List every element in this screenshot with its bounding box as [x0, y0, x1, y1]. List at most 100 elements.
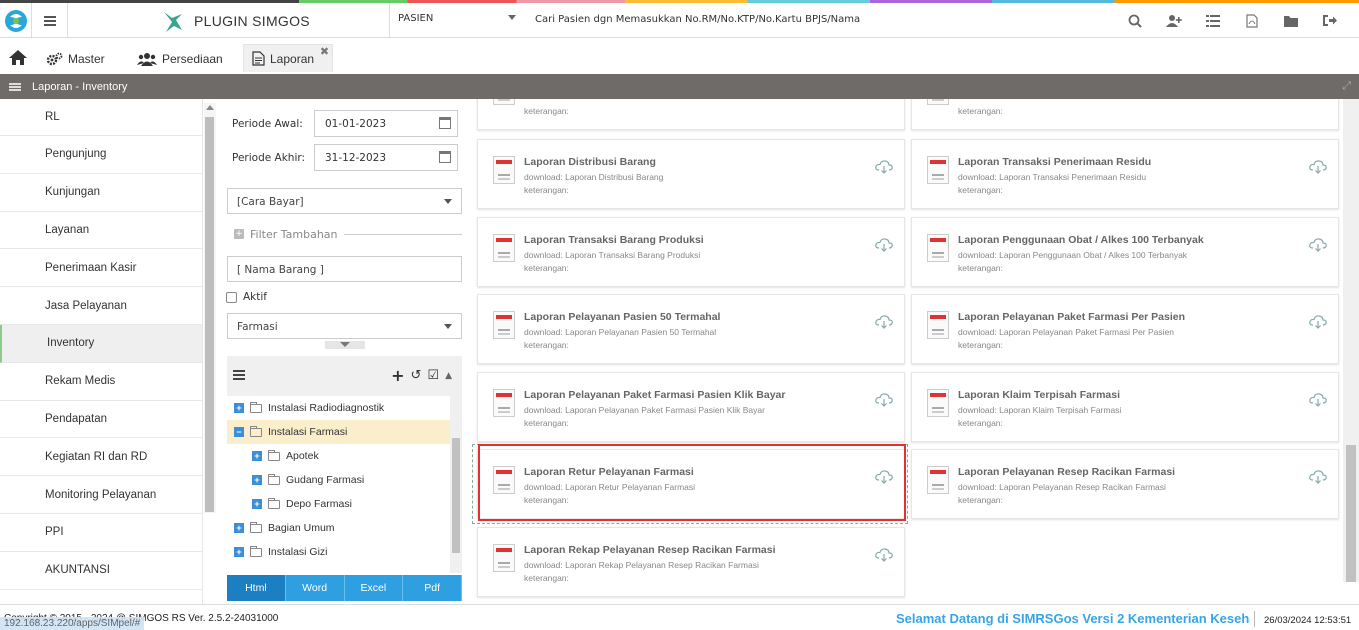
report-card[interactable]: keterangan: [477, 99, 905, 130]
report-card[interactable]: Laporan Transaksi Penerimaan Residu downl… [911, 139, 1339, 209]
pdf-button[interactable] [1232, 3, 1271, 38]
tab-laporan[interactable]: Laporan ✖ [243, 44, 334, 72]
scroll-up-icon[interactable] [206, 105, 214, 110]
folder-button[interactable] [1271, 3, 1310, 38]
scrollbar-thumb[interactable] [1346, 445, 1356, 582]
expand-icon[interactable]: + [252, 475, 262, 485]
cloud-download-icon[interactable] [875, 470, 893, 485]
sidebar-item-rl[interactable]: RL [0, 99, 202, 136]
report-card[interactable]: Laporan Rekap Pelayanan Resep Racikan Fa… [477, 527, 905, 597]
patient-type-select[interactable]: PASIEN [398, 13, 518, 24]
sidebar-item-kunjungan[interactable]: Kunjungan [0, 174, 202, 212]
format-pdf-button[interactable]: Pdf [403, 575, 462, 601]
sidebar-item-rekam-medis[interactable]: Rekam Medis [0, 363, 202, 401]
sidebar-item-monitoring-pelayanan[interactable]: Monitoring Pelayanan [0, 476, 202, 514]
sidebar-item-pendapatan[interactable]: Pendapatan [0, 401, 202, 439]
patient-search-input[interactable]: Cari Pasien dgn Memasukkan No.RM/No.KTP/… [535, 14, 860, 25]
expand-icon[interactable]: + [252, 451, 262, 461]
calendar-icon[interactable] [439, 117, 451, 129]
tree-node-label: Instalasi Gizi [268, 546, 328, 558]
report-list-scrollbar[interactable] [1343, 99, 1359, 582]
report-card[interactable]: Laporan Penggunaan Obat / Alkes 100 Terb… [911, 216, 1339, 287]
report-card[interactable]: keterangan: [911, 99, 1339, 130]
patient-type-value: PASIEN [398, 13, 434, 24]
sidebar-item-kegiatan-ri-dan-rd[interactable]: Kegiatan RI dan RD [0, 438, 202, 477]
scrollbar-thumb[interactable] [205, 117, 214, 512]
report-card[interactable]: Laporan Retur Pelayanan Farmasi download:… [477, 449, 905, 520]
expand-icon[interactable]: + [234, 547, 244, 557]
tab-master[interactable]: Master [46, 46, 105, 72]
divider [343, 233, 462, 235]
tab-persediaan[interactable]: Persediaan [137, 46, 223, 72]
periode-akhir-field[interactable]: 31-12-2023 [314, 144, 458, 171]
tree-node[interactable]: − Instalasi Farmasi [227, 420, 462, 444]
cloud-download-icon[interactable] [1309, 237, 1327, 252]
history-icon[interactable]: ↺ [411, 368, 422, 383]
sidebar-item-ppi[interactable]: PPI [0, 514, 202, 552]
periode-awal-field[interactable]: 01-01-2023 [314, 110, 458, 137]
filter-tambahan-toggle[interactable]: + Filter Tambahan [234, 228, 462, 241]
report-card[interactable]: Laporan Pelayanan Paket Farmasi Pasien K… [477, 371, 905, 442]
chevron-up-icon[interactable]: ▲ [445, 371, 452, 381]
tree-node[interactable]: + Apotek [227, 444, 462, 468]
cloud-download-icon[interactable] [1309, 393, 1327, 407]
bars-icon[interactable] [9, 85, 21, 88]
cloud-download-icon[interactable] [1309, 160, 1327, 174]
sidebar-item-jasa-pelayanan[interactable]: Jasa Pelayanan [0, 287, 202, 325]
list-icon[interactable] [233, 370, 245, 380]
tree-scrollbar[interactable] [450, 396, 462, 573]
sidebar-item-akuntansi[interactable]: AKUNTANSI [0, 552, 202, 590]
report-card[interactable]: Laporan Klaim Terpisah Farmasi download: … [911, 371, 1339, 442]
cloud-download-icon[interactable] [875, 548, 893, 562]
report-card[interactable]: Laporan Transaksi Barang Produksi downloa… [477, 216, 905, 287]
report-card[interactable]: Laporan Pelayanan Resep Racikan Farmasi d… [911, 449, 1339, 520]
add-patient-button[interactable] [1154, 3, 1193, 38]
cloud-download-icon[interactable] [875, 160, 893, 174]
home-button[interactable] [8, 49, 30, 67]
report-card[interactable]: Laporan Distribusi Barang download: Lapor… [477, 139, 905, 209]
check-square-icon[interactable]: ☑ [427, 368, 439, 383]
format-word-button[interactable]: Word [285, 575, 345, 601]
report-keterangan: keterangan: [958, 495, 1003, 506]
close-tab-button[interactable]: ✖ [320, 45, 329, 58]
list-button[interactable] [1193, 3, 1232, 38]
report-card[interactable]: Laporan Pelayanan Pasien 50 Termahal down… [477, 294, 905, 365]
add-icon[interactable]: + [391, 366, 404, 385]
expand-icon[interactable]: + [234, 403, 244, 413]
expand-icon[interactable]: + [252, 499, 262, 509]
collapse-icon[interactable]: − [234, 427, 244, 437]
nav-scrollbar[interactable] [204, 103, 216, 513]
collapse-filter-handle[interactable] [325, 341, 365, 349]
sidebar-item-penerimaan-kasir[interactable]: Penerimaan Kasir [0, 249, 202, 288]
tree-node[interactable]: + Instalasi Radiodiagnostik [227, 396, 462, 420]
logout-button[interactable] [1310, 3, 1349, 38]
format-excel-button[interactable]: Excel [344, 575, 404, 601]
expand-icon[interactable]: ⤢ [1342, 80, 1351, 93]
calendar-icon[interactable] [439, 151, 451, 163]
cloud-download-icon[interactable] [875, 237, 893, 252]
tree-node[interactable]: + Bagian Umum [227, 516, 462, 540]
cloud-download-icon[interactable] [1309, 470, 1327, 485]
tree-node[interactable]: + Gudang Farmasi [227, 468, 462, 492]
cara-bayar-select[interactable]: [Cara Bayar] [227, 188, 462, 214]
search-button[interactable] [1115, 3, 1154, 38]
tree-node[interactable]: + Instalasi Gizi [227, 540, 462, 564]
aktif-checkbox[interactable] [226, 292, 237, 303]
tree-node[interactable]: + Depo Farmasi [227, 492, 462, 516]
app-logo[interactable] [0, 3, 32, 38]
report-card[interactable]: Laporan Pelayanan Paket Farmasi Per Pasi… [911, 294, 1339, 365]
nama-barang-input[interactable]: [ Nama Barang ] [227, 256, 462, 282]
scrollbar-thumb[interactable] [452, 438, 460, 553]
ruangan-select[interactable]: Farmasi [227, 313, 462, 339]
pdf-file-icon [493, 466, 515, 495]
sidebar-item-layanan[interactable]: Layanan [0, 212, 202, 250]
format-html-button[interactable]: Html [227, 575, 286, 601]
cloud-download-icon[interactable] [1309, 315, 1327, 330]
welcome-marquee: Selamat Datang di SIMRSGos Versi 2 Kemen… [896, 611, 1250, 626]
cloud-download-icon[interactable] [875, 315, 893, 330]
menu-toggle-button[interactable] [32, 3, 68, 38]
cloud-download-icon[interactable] [875, 393, 893, 407]
sidebar-item-pengunjung[interactable]: Pengunjung [0, 136, 202, 174]
expand-icon[interactable]: + [234, 523, 244, 533]
sidebar-item-inventory[interactable]: Inventory [0, 324, 202, 363]
